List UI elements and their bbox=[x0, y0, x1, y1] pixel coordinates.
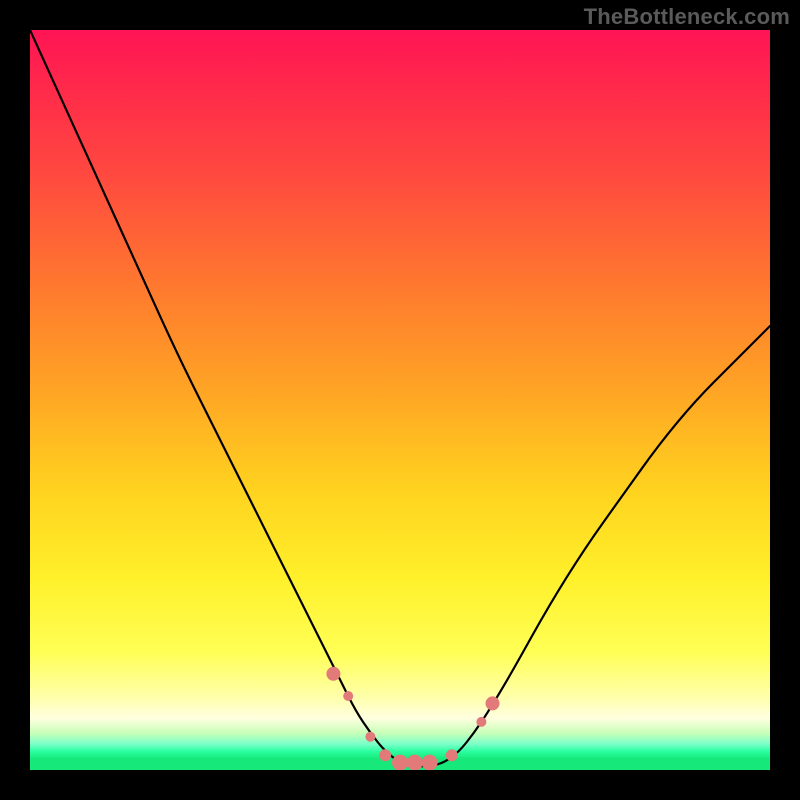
data-dot bbox=[446, 749, 458, 761]
chart-frame: TheBottleneck.com bbox=[0, 0, 800, 800]
data-dot bbox=[343, 691, 353, 701]
bottleneck-curve bbox=[30, 30, 770, 766]
watermark-text: TheBottleneck.com bbox=[584, 4, 790, 30]
data-dot bbox=[326, 667, 340, 681]
data-dots bbox=[326, 667, 499, 770]
data-dot bbox=[476, 717, 486, 727]
data-dot bbox=[407, 755, 423, 770]
data-dot bbox=[486, 696, 500, 710]
data-dot bbox=[392, 755, 408, 770]
data-dot bbox=[365, 732, 375, 742]
curve-svg bbox=[30, 30, 770, 770]
data-dot bbox=[422, 755, 438, 770]
plot-area bbox=[30, 30, 770, 770]
data-dot bbox=[379, 749, 391, 761]
